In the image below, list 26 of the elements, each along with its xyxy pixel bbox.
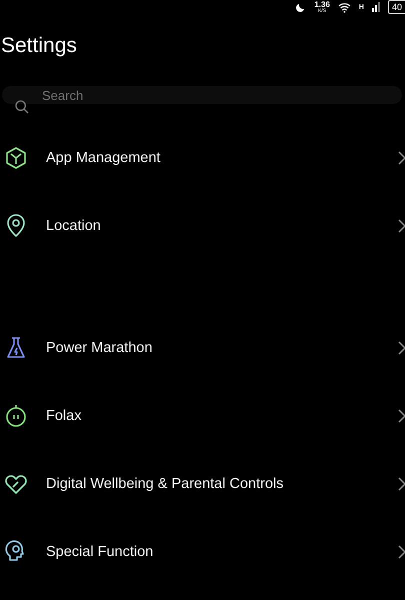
item-label: App Management (46, 150, 162, 166)
chevron-icon (397, 341, 405, 355)
item-label: Location (46, 218, 102, 234)
wifi-icon (338, 2, 351, 12)
chevron-icon (397, 219, 405, 233)
chevron-icon (397, 151, 405, 165)
chevron-icon (397, 409, 405, 423)
page-title: Settings (1, 34, 78, 58)
settings-item[interactable]: Location (0, 192, 405, 260)
item-label: Power Marathon (46, 340, 154, 356)
settings-item[interactable]: Folax (0, 382, 405, 450)
settings-item[interactable]: Special Function (0, 518, 405, 586)
battery-level: 40 (388, 0, 405, 14)
chevron-icon (397, 545, 405, 559)
search-icon (14, 99, 30, 115)
item-label: Digital Wellbeing & Parental Controls (46, 476, 284, 492)
item-label: Folax (46, 408, 82, 424)
network-speed: 1.36 (314, 0, 330, 8)
settings-item[interactable]: Digital Wellbeing & Parental Controls (0, 450, 405, 518)
settings-item[interactable]: Power Marathon (0, 314, 405, 382)
moon-icon (295, 2, 306, 12)
search-field[interactable]: Search (2, 86, 402, 104)
chevron-icon (397, 477, 405, 491)
signal-icon (372, 2, 380, 12)
settings-item[interactable]: App Management (0, 124, 405, 192)
item-label: Special Function (46, 544, 154, 560)
